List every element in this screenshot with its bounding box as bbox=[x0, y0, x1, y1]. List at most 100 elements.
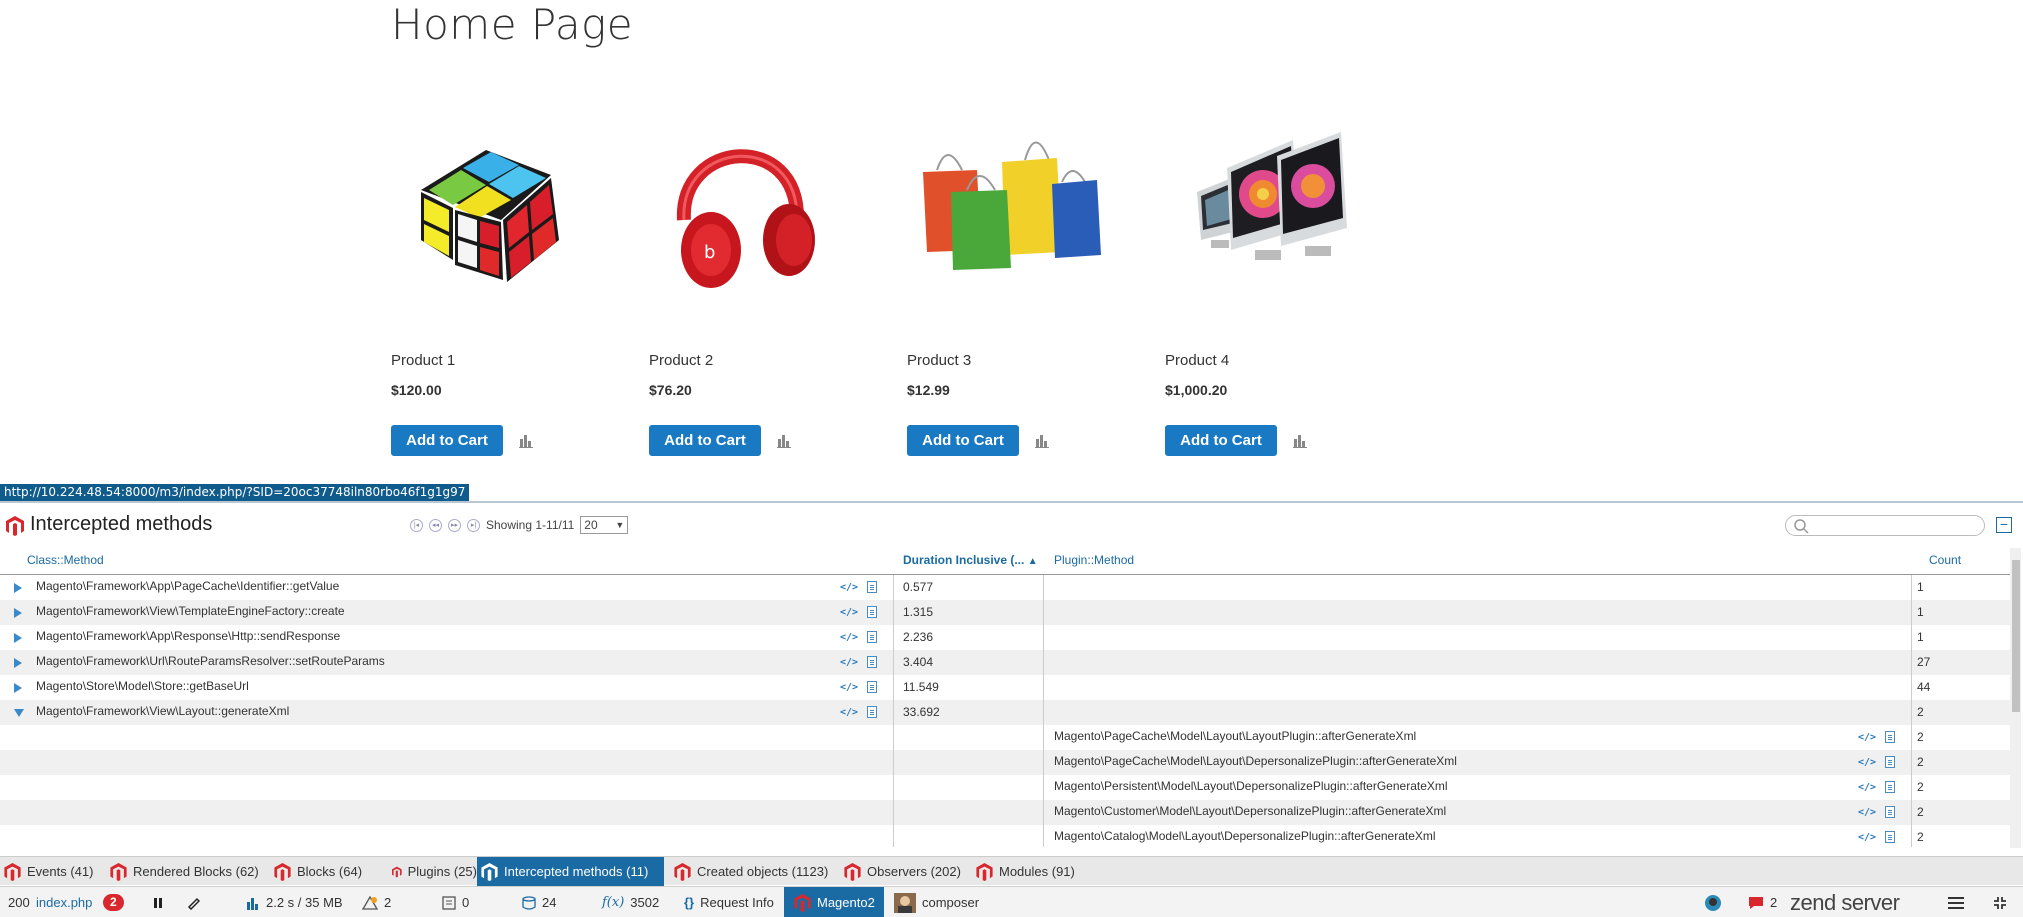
count-cell: 1 bbox=[1917, 605, 1924, 619]
table-row[interactable]: Magento\Framework\App\PageCache\Identifi… bbox=[0, 575, 2010, 600]
support-icon[interactable] bbox=[1704, 887, 1722, 917]
plugin-row[interactable]: Magento\Customer\Model\Layout\Depersonal… bbox=[0, 800, 2010, 825]
collapse-panel-button[interactable]: − bbox=[1996, 517, 2012, 533]
expand-arrow-icon[interactable] bbox=[14, 583, 22, 593]
code-icon[interactable]: </> bbox=[1858, 832, 1876, 844]
request-info[interactable]: {} Request Info bbox=[684, 887, 774, 917]
tab-modules[interactable]: Modules (91) bbox=[972, 857, 1092, 886]
code-icon[interactable]: </> bbox=[840, 657, 858, 669]
tab-observers[interactable]: Observers (202) bbox=[840, 857, 970, 886]
prev-page-icon[interactable]: ◂◂ bbox=[429, 518, 442, 532]
document-icon[interactable] bbox=[867, 656, 877, 668]
log-entries[interactable]: 0 bbox=[442, 887, 469, 917]
search-input[interactable] bbox=[1785, 515, 1985, 536]
table-row[interactable]: Magento\Framework\Url\RouteParamsResolve… bbox=[0, 650, 2010, 675]
plugin-row[interactable]: Magento\Persistent\Model\Layout\Deperson… bbox=[0, 775, 2010, 800]
document-icon[interactable] bbox=[867, 631, 877, 643]
tab-blocks[interactable]: Blocks (64) bbox=[270, 857, 388, 886]
column-header-duration[interactable]: Duration Inclusive (... ▲ bbox=[903, 551, 1038, 575]
last-page-icon[interactable]: ▸| bbox=[467, 518, 480, 532]
compare-icon[interactable] bbox=[1035, 432, 1049, 448]
compare-icon[interactable] bbox=[1293, 432, 1307, 448]
product-image-rubiks-cube[interactable] bbox=[391, 110, 601, 310]
error-badge[interactable]: 2 bbox=[103, 887, 124, 917]
add-to-cart-button[interactable]: Add to Cart bbox=[649, 425, 761, 456]
tab-events[interactable]: Events (41) bbox=[0, 857, 106, 886]
product-image-shopping-bags[interactable] bbox=[907, 110, 1117, 310]
code-icon[interactable]: </> bbox=[1858, 782, 1876, 794]
expand-arrow-icon[interactable] bbox=[14, 608, 22, 618]
magento-icon bbox=[844, 862, 861, 881]
expand-arrow-icon[interactable] bbox=[14, 633, 22, 643]
document-icon[interactable] bbox=[1885, 756, 1895, 768]
plugin-row[interactable]: Magento\PageCache\Model\Layout\LayoutPlu… bbox=[0, 725, 2010, 750]
code-icon[interactable]: </> bbox=[840, 582, 858, 594]
magento2-tab[interactable]: Magento2 bbox=[784, 887, 884, 917]
document-icon[interactable] bbox=[1885, 831, 1895, 843]
document-icon[interactable] bbox=[1885, 781, 1895, 793]
product-image-red-headphones[interactable]: b bbox=[649, 110, 859, 310]
table-row[interactable]: Magento\Framework\View\Layout::generateX… bbox=[0, 700, 2010, 725]
plugin-method-cell: Magento\Customer\Model\Layout\Depersonal… bbox=[1054, 804, 1447, 818]
plugin-row[interactable]: Magento\Catalog\Model\Layout\Depersonali… bbox=[0, 825, 2010, 850]
product-image-imac-computers[interactable] bbox=[1165, 110, 1375, 310]
code-icon[interactable]: </> bbox=[1858, 807, 1876, 819]
tab-plugins[interactable]: Plugins (25) bbox=[388, 857, 477, 886]
expand-arrow-icon[interactable] bbox=[14, 658, 22, 668]
add-to-cart-button[interactable]: Add to Cart bbox=[391, 425, 503, 456]
time-memory[interactable]: 2.2 s / 35 MB bbox=[246, 887, 343, 917]
magento-icon bbox=[674, 862, 691, 881]
tab-created-objects[interactable]: Created objects (1123) bbox=[670, 857, 840, 886]
column-header-plugin-method[interactable]: Plugin::Method bbox=[1054, 551, 1134, 575]
add-to-cart-button[interactable]: Add to Cart bbox=[907, 425, 1019, 456]
pause-icon[interactable] bbox=[152, 887, 164, 917]
table-row[interactable]: Magento\Framework\View\TemplateEngineFac… bbox=[0, 600, 2010, 625]
document-icon[interactable] bbox=[867, 681, 877, 693]
class-method-cell: Magento\Framework\App\PageCache\Identifi… bbox=[36, 579, 340, 593]
document-icon[interactable] bbox=[867, 606, 877, 618]
table-row[interactable]: Magento\Store\Model\Store::getBaseUrl </… bbox=[0, 675, 2010, 700]
script-link[interactable]: index.php bbox=[36, 887, 92, 917]
compare-icon[interactable] bbox=[777, 432, 791, 448]
column-divider bbox=[1043, 575, 1044, 847]
product-name[interactable]: Product 2 bbox=[649, 352, 713, 369]
scrollbar-thumb[interactable] bbox=[2012, 560, 2020, 712]
product-name[interactable]: Product 4 bbox=[1165, 352, 1229, 369]
code-icon[interactable]: </> bbox=[840, 682, 858, 694]
tab-rendered-blocks[interactable]: Rendered Blocks (62) bbox=[106, 857, 270, 886]
log-icon bbox=[442, 895, 456, 910]
minimize-icon[interactable] bbox=[1992, 887, 2008, 917]
document-icon[interactable] bbox=[867, 706, 877, 718]
plugin-row[interactable]: Magento\PageCache\Model\Layout\Depersona… bbox=[0, 750, 2010, 775]
compare-icon[interactable] bbox=[519, 432, 533, 448]
code-icon[interactable]: </> bbox=[1858, 757, 1876, 769]
column-header-count[interactable]: Count bbox=[1929, 551, 1961, 575]
collapse-arrow-icon[interactable] bbox=[14, 709, 24, 717]
expand-arrow-icon[interactable] bbox=[14, 683, 22, 693]
page-size-select[interactable]: 20 ▼ bbox=[580, 516, 629, 534]
document-icon[interactable] bbox=[1885, 731, 1895, 743]
table-row[interactable]: Magento\Framework\App\Response\Http::sen… bbox=[0, 625, 2010, 650]
composer-tab[interactable]: composer bbox=[894, 887, 979, 917]
warnings[interactable]: 2 bbox=[362, 887, 391, 917]
document-icon[interactable] bbox=[1885, 806, 1895, 818]
pen-icon[interactable] bbox=[186, 887, 200, 917]
db-queries[interactable]: 24 bbox=[522, 887, 556, 917]
menu-icon[interactable] bbox=[1948, 887, 1964, 917]
add-to-cart-button[interactable]: Add to Cart bbox=[1165, 425, 1277, 456]
notifications[interactable]: 2 bbox=[1748, 887, 1777, 917]
tab-intercepted-methods[interactable]: Intercepted methods (11) bbox=[477, 857, 664, 886]
tab-label: Rendered Blocks (62) bbox=[133, 864, 259, 879]
code-icon[interactable]: </> bbox=[840, 632, 858, 644]
document-icon[interactable] bbox=[867, 581, 877, 593]
code-icon[interactable]: </> bbox=[840, 607, 858, 619]
functions[interactable]: f(x) 3502 bbox=[602, 887, 659, 917]
next-page-icon[interactable]: ▸▸ bbox=[448, 518, 461, 532]
count-cell: 2 bbox=[1917, 830, 1924, 844]
code-icon[interactable]: </> bbox=[1858, 732, 1876, 744]
product-name[interactable]: Product 1 bbox=[391, 352, 455, 369]
product-name[interactable]: Product 3 bbox=[907, 352, 971, 369]
column-header-class-method[interactable]: Class::Method bbox=[27, 551, 104, 575]
first-page-icon[interactable]: |◂ bbox=[410, 518, 423, 532]
code-icon[interactable]: </> bbox=[840, 707, 858, 719]
